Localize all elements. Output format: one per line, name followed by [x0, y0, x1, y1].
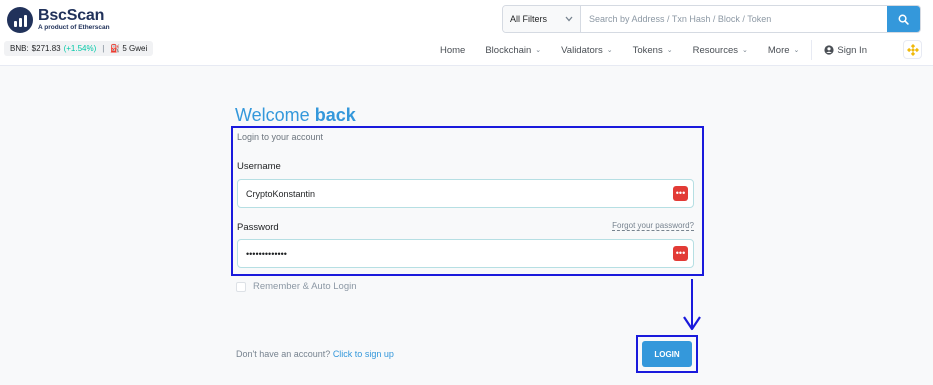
password-manager-icon[interactable]: •••	[673, 246, 688, 261]
username-label: Username	[237, 161, 281, 172]
username-input[interactable]	[237, 179, 694, 208]
user-icon	[824, 45, 835, 55]
bnb-price[interactable]: $271.83	[32, 44, 61, 53]
nav-blockchain-label: Blockchain	[485, 44, 532, 56]
password-manager-icon[interactable]: •••	[673, 186, 688, 201]
forgot-password-link[interactable]: Forgot your password?	[612, 221, 694, 231]
login-subtitle: Login to your account	[237, 132, 324, 142]
remember-checkbox[interactable]	[236, 281, 246, 292]
nav-more-label: More	[767, 44, 790, 56]
price-bar: BNB: $271.83 (+1.54%) | ⛽ 5 Gwei	[4, 41, 154, 56]
login-button[interactable]: LOGIN	[642, 341, 692, 367]
nav-validators-label: Validators	[561, 44, 603, 56]
price-change: (+1.54%)	[63, 44, 97, 53]
search-input[interactable]	[581, 6, 887, 32]
bscscan-logo-icon	[7, 7, 33, 33]
nav-tokens[interactable]: Tokens ⌄	[633, 45, 673, 56]
chevron-down-icon: ⌄	[666, 47, 673, 54]
chevron-down-icon: ⌄	[793, 47, 800, 54]
nav-blockchain[interactable]: Blockchain ⌄	[485, 45, 541, 56]
search-button[interactable]	[887, 6, 920, 32]
nav-validators[interactable]: Validators ⌄	[561, 45, 612, 56]
nav-home-label: Home	[440, 44, 466, 56]
nav-more[interactable]: More ⌄	[768, 45, 800, 56]
price-label: BNB:	[10, 44, 29, 53]
signup-link[interactable]: Click to sign up	[333, 349, 394, 359]
welcome-text: Welcome	[235, 105, 310, 125]
chevron-down-icon: ⌄	[606, 47, 613, 54]
arrow-down-icon	[683, 279, 701, 331]
page-title: Welcome back	[235, 105, 356, 126]
chevron-down-icon	[565, 16, 573, 22]
sign-in-label: Sign In	[837, 44, 867, 56]
nav-divider	[811, 40, 813, 60]
search-filter-label: All Filters	[510, 14, 548, 24]
nav-tokens-label: Tokens	[632, 44, 663, 56]
bnb-icon	[906, 43, 919, 56]
gas-price[interactable]: 5 Gwei	[122, 44, 147, 53]
search-bar: All Filters	[502, 5, 921, 33]
main-nav: Home Blockchain ⌄ Validators ⌄ Tokens ⌄ Res…	[430, 38, 877, 62]
chevron-down-icon: ⌄	[742, 47, 748, 54]
nav-home[interactable]: Home	[440, 45, 465, 56]
search-filter-select[interactable]: All Filters	[503, 6, 581, 32]
sign-in-link[interactable]: Sign In	[824, 45, 867, 56]
login-button-highlight: LOGIN	[636, 335, 698, 373]
remember-login[interactable]: Remember & Auto Login	[236, 281, 357, 292]
login-form-highlight: Login to your account Username ••• Passw…	[231, 126, 704, 276]
nav-resources-label: Resources	[692, 44, 738, 56]
price-separator: |	[102, 44, 105, 53]
main-content: Welcome back Login to your account Usern…	[0, 67, 933, 385]
brand-logo-link[interactable]: BscScan A product of Etherscan	[7, 7, 110, 33]
chevron-down-icon: ⌄	[535, 47, 542, 54]
welcome-emphasis: back	[314, 105, 356, 125]
site-header: BscScan A product of Etherscan BNB: $271…	[0, 0, 933, 66]
nav-resources[interactable]: Resources ⌄	[693, 45, 748, 56]
password-label: Password	[237, 222, 279, 233]
brand-subtitle: A product of Etherscan	[38, 24, 110, 31]
brand-name: BscScan	[38, 7, 105, 24]
gas-pump-icon: ⛽	[110, 44, 121, 53]
remember-label: Remember & Auto Login	[253, 281, 357, 292]
search-icon	[898, 14, 909, 25]
signup-prompt-text: Don't have an account?	[236, 349, 331, 359]
signup-prompt: Don't have an account? Click to sign up	[236, 349, 394, 359]
bnb-network-button[interactable]	[903, 40, 922, 59]
password-input[interactable]	[237, 239, 694, 268]
